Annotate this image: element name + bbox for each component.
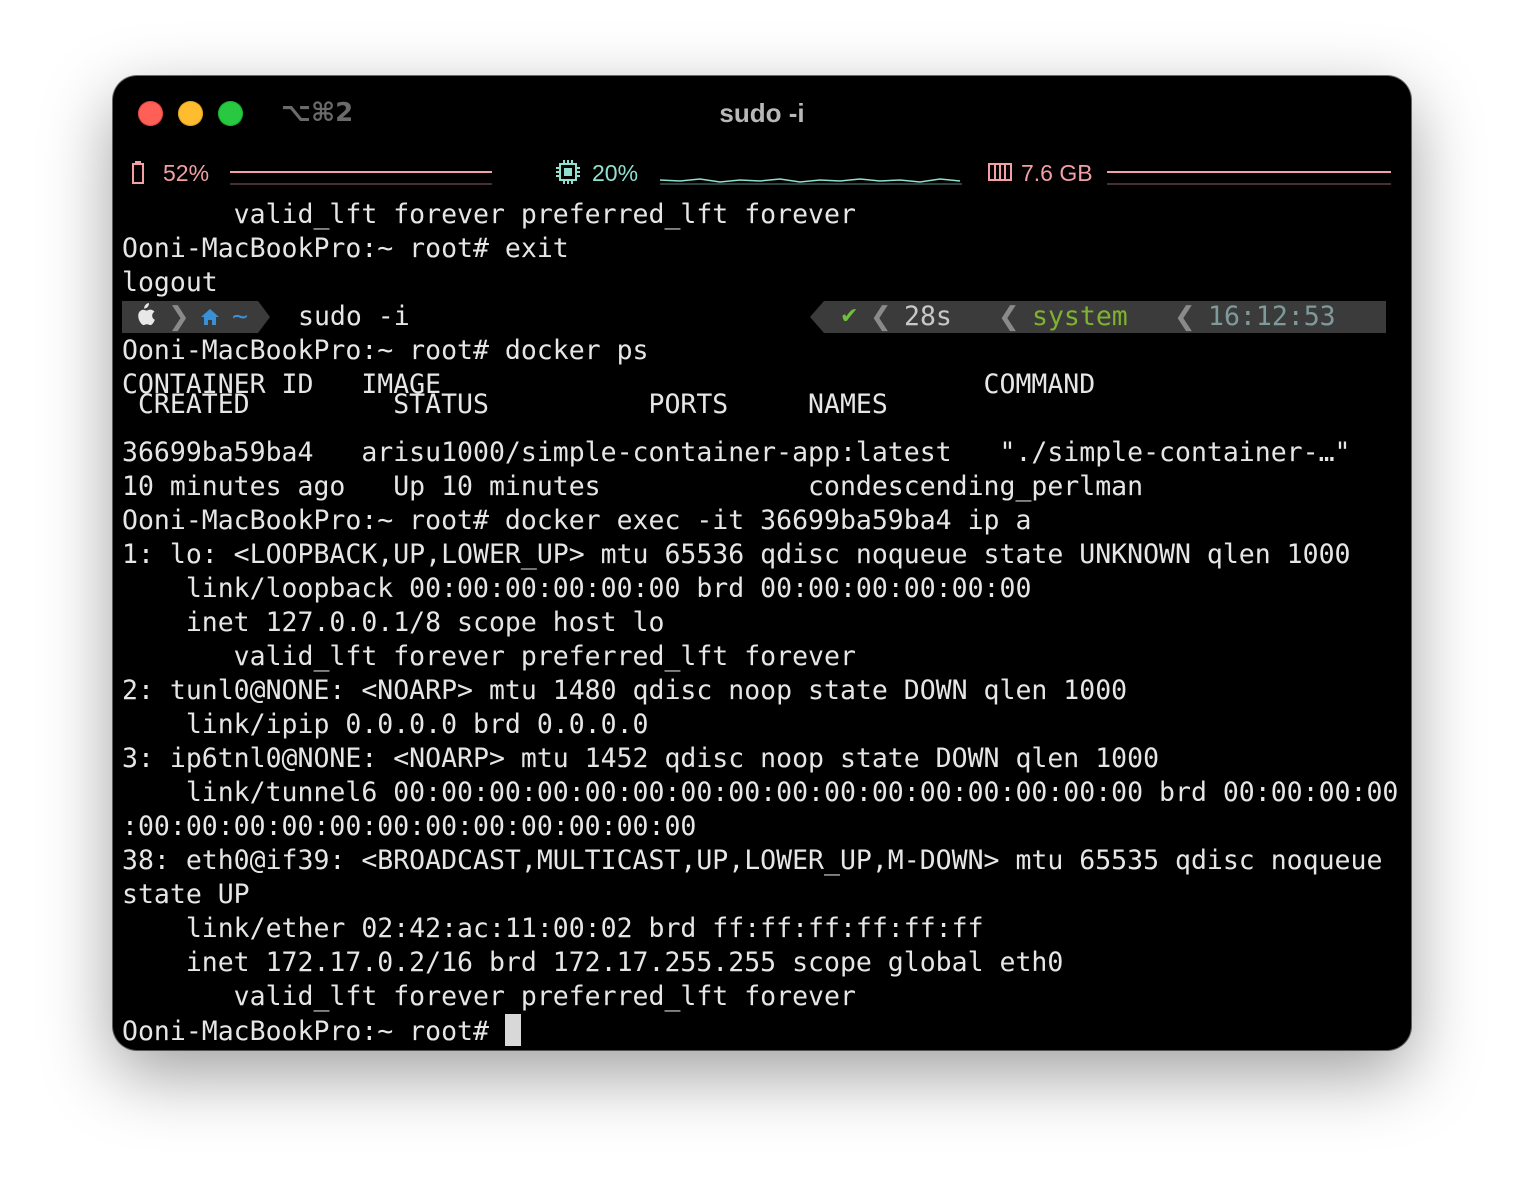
battery-percent: 52% xyxy=(163,160,210,186)
terminal-output[interactable]: Ooni-MacBookPro:~ root# docker ps CONTAI… xyxy=(122,334,1398,1047)
terminal-line: 10 minutes ago Up 10 minutes condescendi… xyxy=(122,471,1144,502)
text-cursor xyxy=(504,1014,521,1046)
title-bar: ⌥⌘2 sudo -i xyxy=(113,76,1411,150)
prompt-command: sudo -i xyxy=(298,301,410,332)
prompt-separator-icon: ❮ xyxy=(1174,302,1196,332)
terminal-line: 1: lo: <LOOPBACK,UP,LOWER_UP> mtu 65536 … xyxy=(122,539,1351,570)
shell-prompt: Ooni-MacBookPro:~ root# xyxy=(122,1016,505,1047)
terminal-line: :00:00:00:00:00:00:00:00:00:00:00:00 xyxy=(122,811,697,842)
success-check-icon: ✔ xyxy=(840,304,859,329)
terminal-line: 38: eth0@if39: <BROADCAST,MULTICAST,UP,L… xyxy=(122,845,1383,876)
terminal-line: link/loopback 00:00:00:00:00:00 brd 00:0… xyxy=(122,573,1032,604)
terminal-line: link/ether 02:42:ac:11:00:02 brd ff:ff:f… xyxy=(122,913,984,944)
memory-graph xyxy=(1107,171,1391,185)
prompt-right-segment: ✔ ❮ 28s ❮ system ❮ 16:12:53 xyxy=(810,301,1386,333)
terminal-line: valid_lft forever preferred_lft forever xyxy=(122,199,856,230)
clock-icon xyxy=(1350,301,1386,333)
terminal-line: Ooni-MacBookPro:~ root# docker ps xyxy=(122,335,649,366)
prompt-separator-icon: ❮ xyxy=(870,302,892,332)
terminal-line: link/ipip 0.0.0.0 brd 0.0.0.0 xyxy=(122,709,649,740)
terminal-line: CREATED STATUS PORTS NAMES xyxy=(122,389,888,420)
memory-icon xyxy=(987,161,1013,189)
command-duration: 28s xyxy=(904,301,952,332)
battery-graph xyxy=(230,171,492,185)
terminal-line: valid_lft forever preferred_lft forever xyxy=(122,641,856,672)
terminal-line: logout xyxy=(122,267,218,298)
window-title: sudo -i xyxy=(719,98,805,128)
prompt-path: ~ xyxy=(232,301,248,332)
terminal-line: 2: tunl0@NONE: <NOARP> mtu 1480 qdisc no… xyxy=(122,675,1128,706)
prompt-separator-icon: ❯ xyxy=(168,302,190,332)
terminal-line: Ooni-MacBookPro:~ root# exit xyxy=(122,233,569,264)
terminal-line: Ooni-MacBookPro:~ root# docker exec -it … xyxy=(122,505,1032,536)
terminal-line: link/tunnel6 00:00:00:00:00:00:00:00:00:… xyxy=(122,777,1399,808)
terminal-window: ⌥⌘2 sudo -i 52% 20% 7.6 GB valid_lft for… xyxy=(113,76,1411,1050)
prompt-time: 16:12:53 xyxy=(1208,301,1336,332)
terminal-line: inet 127.0.0.1/8 scope host lo xyxy=(122,607,665,638)
terminal-line: 36699ba59ba4 arisu1000/simple-container-… xyxy=(122,437,1351,468)
terminal-line: 3: ip6tnl0@NONE: <NOARP> mtu 1452 qdisc … xyxy=(122,743,1160,774)
apple-icon xyxy=(134,301,156,333)
home-icon xyxy=(200,301,220,333)
battery-icon xyxy=(131,160,147,192)
memory-used: 7.6 GB xyxy=(1021,160,1093,186)
status-bar: 52% 20% 7.6 GB xyxy=(113,156,1411,192)
cpu-chip-icon xyxy=(555,159,581,191)
terminal-line: valid_lft forever preferred_lft forever xyxy=(122,981,856,1012)
terminal-line: state UP xyxy=(122,879,250,910)
prompt-separator-icon: ❮ xyxy=(998,302,1020,332)
terminal-line: inet 172.17.0.2/16 brd 172.17.255.255 sc… xyxy=(122,947,1064,978)
cpu-graph xyxy=(660,178,962,185)
terminal-prompt-line[interactable]: Ooni-MacBookPro:~ root# xyxy=(122,1014,521,1048)
cpu-percent: 20% xyxy=(592,160,639,186)
environment-context: system xyxy=(1032,301,1128,332)
